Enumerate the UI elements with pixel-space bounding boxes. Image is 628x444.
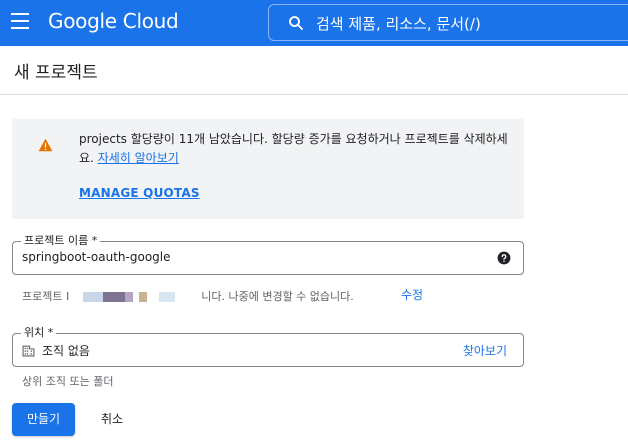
top-app-bar: Google Cloud 검색 제품, 리소스, 문서(/) [0, 0, 628, 46]
location-field[interactable]: 위치 * 조직 없음 찾아보기 [12, 326, 524, 367]
notice-message: projects 할당량이 11개 남았습니다. 할당량 증가를 요청하거나 프… [79, 130, 519, 168]
quota-notice: projects 할당량이 11개 남았습니다. 할당량 증가를 요청하거나 프… [12, 119, 524, 219]
page-title: 새 프로젝트 [14, 63, 98, 83]
edit-project-id-link[interactable]: 수정 [401, 286, 423, 303]
project-name-label: 프로젝트 이름 * [21, 234, 101, 248]
google-cloud-logo[interactable]: Google Cloud [48, 9, 179, 33]
hamburger-menu-icon[interactable] [11, 13, 31, 31]
cancel-button[interactable]: 취소 [90, 403, 134, 436]
project-name-field[interactable]: 프로젝트 이름 * springboot-oauth-google [12, 234, 524, 275]
redacted-project-id [75, 292, 196, 302]
location-label: 위치 * [21, 326, 57, 340]
search-icon [289, 16, 303, 30]
project-id-info: 프로젝트 I 니다. 나중에 변경할 수 없습니다. [22, 288, 354, 304]
search-bar[interactable]: 검색 제품, 리소스, 문서(/) [268, 4, 628, 41]
search-placeholder: 검색 제품, 리소스, 문서(/) [316, 15, 481, 33]
location-value: 조직 없음 [42, 344, 90, 358]
create-button[interactable]: 만들기 [12, 403, 75, 436]
help-icon[interactable] [497, 251, 511, 265]
browse-location-button[interactable]: 찾아보기 [463, 342, 507, 359]
manage-quotas-button[interactable]: MANAGE QUOTAS [79, 186, 200, 200]
project-id-prefix: 프로젝트 I [22, 290, 70, 303]
organization-icon [22, 345, 35, 357]
page-header: 새 프로젝트 [0, 46, 628, 95]
project-id-suffix: 니다. 나중에 변경할 수 없습니다. [201, 290, 354, 303]
learn-more-link[interactable]: 자세히 알아보기 [98, 151, 179, 165]
project-name-input[interactable]: springboot-oauth-google [22, 250, 171, 264]
location-helper-text: 상위 조직 또는 폴더 [22, 375, 114, 388]
warning-icon [38, 138, 53, 152]
